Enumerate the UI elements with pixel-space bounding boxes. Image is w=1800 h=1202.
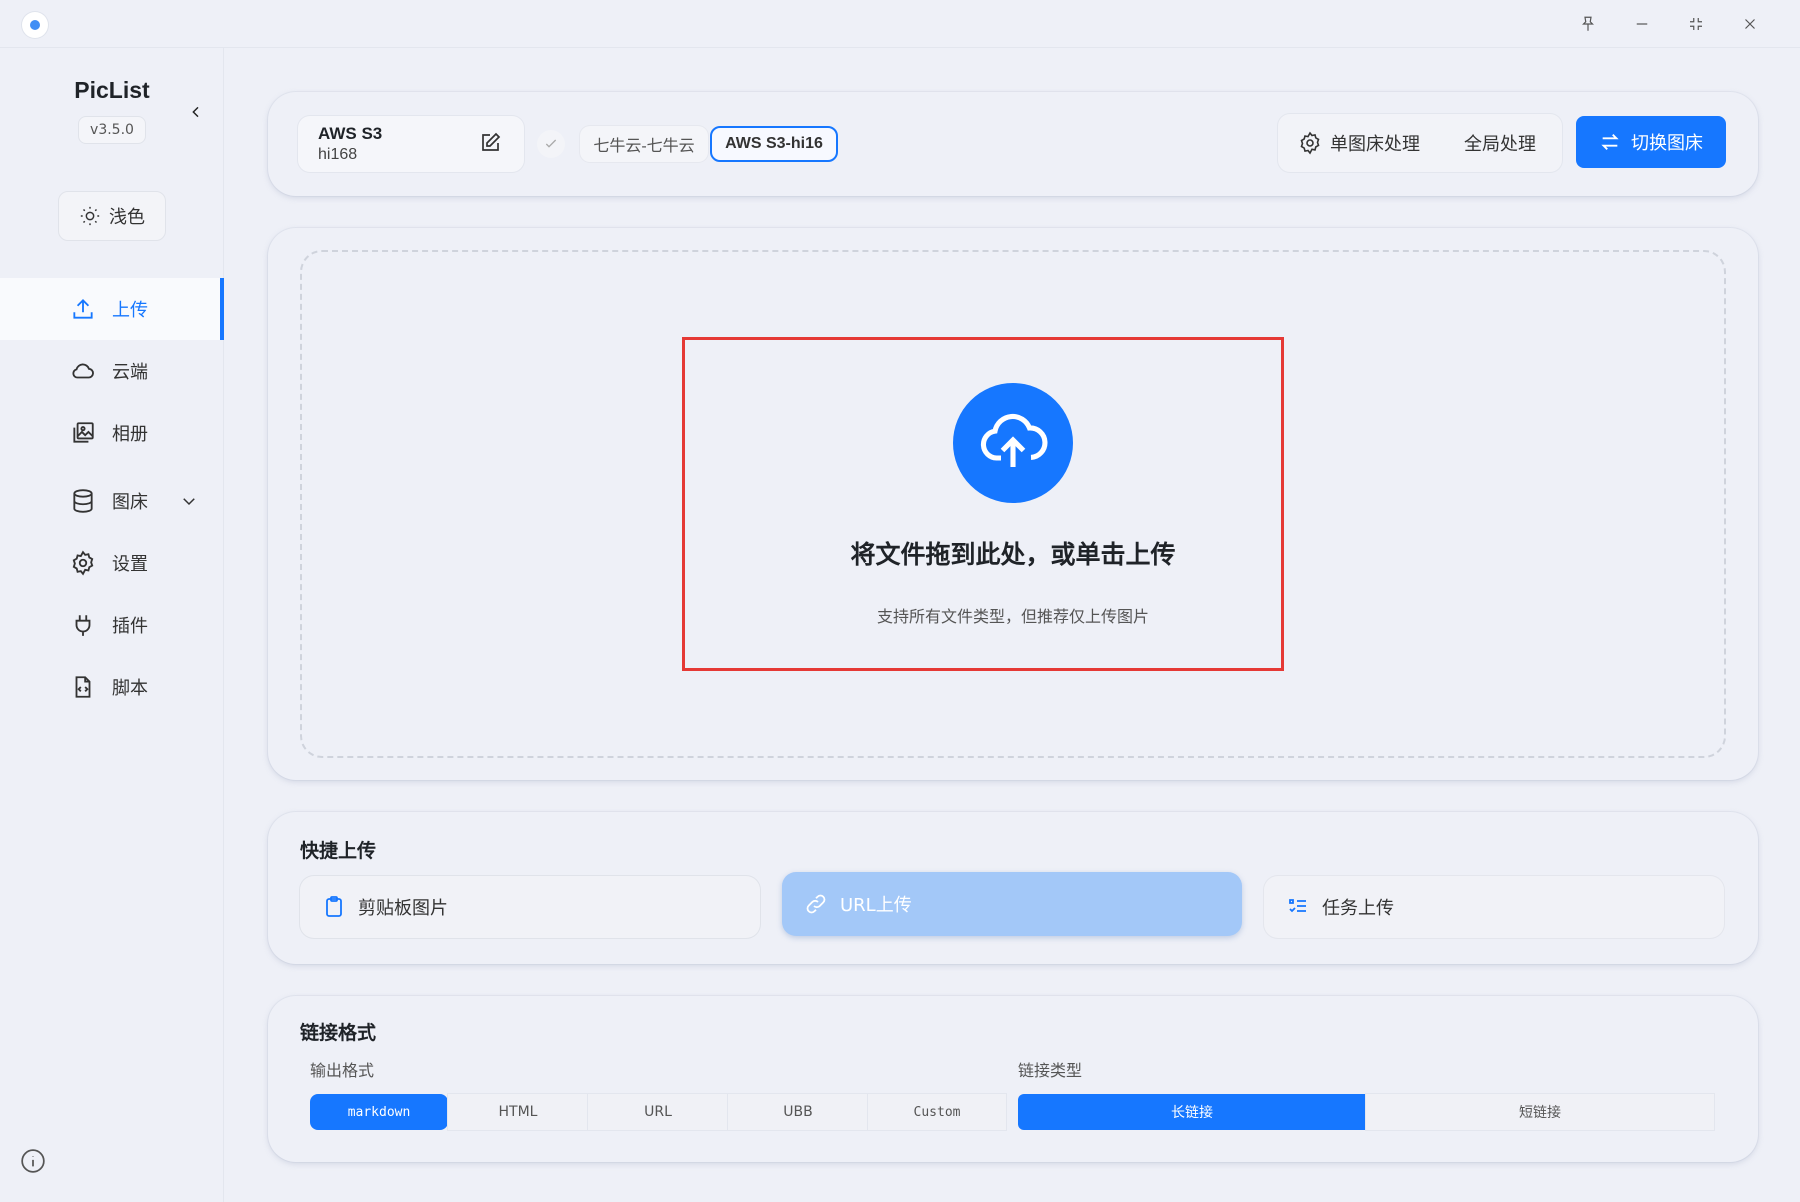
upload-icon xyxy=(73,299,93,319)
link-type-selector: 长链接 短链接 xyxy=(1018,1094,1714,1130)
sidebar-item-label: 脚本 xyxy=(112,678,148,699)
drop-title: 将文件拖到此处，或单击上传 xyxy=(850,540,1176,569)
task-list-icon xyxy=(1289,899,1306,913)
link-type-long[interactable]: 长链接 xyxy=(1018,1094,1366,1130)
sidebar-item-settings[interactable]: 设置 xyxy=(0,532,224,594)
sun-icon xyxy=(80,206,100,226)
switch-picbed-label: 切换图床 xyxy=(1631,133,1703,154)
plug-icon xyxy=(75,615,91,636)
format-option-custom[interactable]: Custom xyxy=(868,1094,1006,1130)
collapse-sidebar-button[interactable] xyxy=(184,100,208,124)
sidebar-item-label: 相册 xyxy=(112,424,148,445)
sidebar-item-plugins[interactable]: 插件 xyxy=(0,594,224,656)
sidebar-item-label: 设置 xyxy=(112,554,148,575)
version-badge: v3.5.0 xyxy=(78,116,146,144)
info-button[interactable] xyxy=(20,1148,46,1174)
gallery-icon xyxy=(73,422,94,443)
sidebar-item-scripts[interactable]: 脚本 xyxy=(0,656,224,718)
url-upload-label: URL上传 xyxy=(840,895,912,916)
url-upload-button[interactable]: URL上传 xyxy=(782,872,1242,936)
format-option-markdown[interactable]: markdown xyxy=(310,1094,448,1130)
sidebar-item-upload[interactable]: 上传 xyxy=(0,278,224,340)
config-tab-aws[interactable]: AWS S3-hi16 xyxy=(710,126,838,162)
sidebar-nav: 上传 云端 相册 图床 设置 插件 脚本 xyxy=(0,278,224,718)
sidebar-item-label: 云端 xyxy=(112,362,148,383)
edit-icon[interactable] xyxy=(478,131,504,157)
database-icon xyxy=(73,489,93,513)
config-tab-qiniu[interactable]: 七牛云-七牛云 xyxy=(580,126,708,162)
minimize-icon[interactable] xyxy=(1622,8,1662,40)
current-picbed: AWS S3 hi168 xyxy=(298,116,524,172)
sidebar-item-gallery[interactable]: 相册 xyxy=(0,402,224,464)
check-icon xyxy=(537,130,565,158)
output-format-selector: markdown HTML URL UBB Custom xyxy=(310,1094,1006,1130)
sidebar-item-label: 上传 xyxy=(112,300,148,321)
chevron-down-icon[interactable] xyxy=(180,492,198,510)
sidebar-item-label: 图床 xyxy=(112,492,148,513)
single-process-label: 单图床处理 xyxy=(1330,134,1420,155)
format-option-html[interactable]: HTML xyxy=(448,1094,588,1130)
theme-label: 浅色 xyxy=(109,207,145,228)
link-format-title: 链接格式 xyxy=(300,1022,377,1044)
global-process-button[interactable]: 全局处理 xyxy=(1464,114,1536,172)
gear-icon xyxy=(1300,131,1320,155)
swap-icon xyxy=(1601,134,1619,150)
picbed-name: AWS S3 xyxy=(318,124,383,143)
process-group: 单图床处理 全局处理 xyxy=(1278,114,1562,172)
clipboard-upload-button[interactable]: 剪贴板图片 xyxy=(300,876,760,938)
drop-subtitle: 支持所有文件类型，但推荐仅上传图片 xyxy=(876,607,1149,626)
picbed-config-id: hi168 xyxy=(318,146,358,163)
link-format-card: 链接格式 输出格式 链接类型 markdown HTML URL UBB Cus… xyxy=(268,996,1758,1162)
info-icon xyxy=(21,1149,45,1173)
output-format-label: 输出格式 xyxy=(310,1061,375,1080)
quick-upload-title: 快捷上传 xyxy=(300,840,377,862)
cloud-icon xyxy=(72,363,94,379)
quick-upload-card: 快捷上传 剪贴板图片 URL上传 任务上传 xyxy=(268,812,1758,964)
theme-toggle-button[interactable]: 浅色 xyxy=(58,191,166,241)
format-option-url[interactable]: URL xyxy=(588,1094,728,1130)
format-option-ubb[interactable]: UBB xyxy=(728,1094,868,1130)
gear-icon xyxy=(72,550,94,576)
switch-picbed-button[interactable]: 切换图床 xyxy=(1576,116,1726,168)
single-process-button[interactable]: 单图床处理 xyxy=(1298,114,1420,172)
app-logo xyxy=(22,12,48,38)
script-icon xyxy=(75,676,91,698)
sidebar-item-cloud[interactable]: 云端 xyxy=(0,340,224,402)
chevron-left-icon xyxy=(192,106,199,118)
link-icon xyxy=(806,894,826,914)
sidebar: PicList v3.5.0 浅色 上传 云端 相册 图床 设置 插件 脚本 xyxy=(0,48,224,1202)
title-bar xyxy=(0,0,1800,48)
clipboard-upload-label: 剪贴板图片 xyxy=(358,898,448,919)
task-upload-label: 任务上传 xyxy=(1322,898,1394,919)
cloud-upload-icon[interactable] xyxy=(953,383,1073,503)
sidebar-item-label: 插件 xyxy=(112,616,148,637)
pin-icon[interactable] xyxy=(1568,8,1608,40)
restore-icon[interactable] xyxy=(1676,8,1716,40)
link-type-short[interactable]: 短链接 xyxy=(1366,1094,1714,1130)
picbed-header-card: AWS S3 hi168 七牛云-七牛云 AWS S3-hi16 单图床处理 全… xyxy=(268,92,1758,196)
link-type-label: 链接类型 xyxy=(1018,1061,1083,1080)
close-icon[interactable] xyxy=(1730,8,1770,40)
clipboard-icon xyxy=(326,896,342,917)
sidebar-item-picbed[interactable]: 图床 xyxy=(0,470,224,532)
task-upload-button[interactable]: 任务上传 xyxy=(1264,876,1724,938)
